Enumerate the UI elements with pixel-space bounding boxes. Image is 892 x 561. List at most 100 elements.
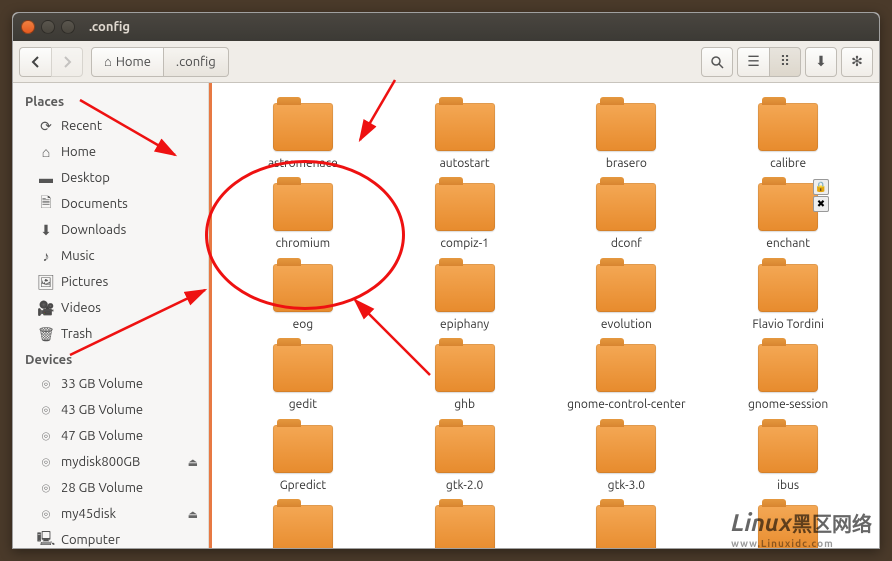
folder-label: enchant (766, 237, 810, 251)
folder-label: chromium (276, 237, 330, 251)
sidebar-item-label: Pictures (61, 275, 108, 289)
folder-ghb[interactable]: ghb (384, 340, 546, 416)
list-view-button[interactable]: ☰ (737, 47, 769, 77)
sidebar-device-6[interactable]: 🖳Computer (13, 527, 208, 548)
folder-icon (758, 344, 818, 392)
content-area: Places ⟳Recent⌂Home▬Desktop🗎Documents⬇Do… (13, 83, 879, 548)
sidebar-item-desktop[interactable]: ▬Desktop (13, 165, 208, 191)
eject-icon[interactable]: ⏏ (188, 508, 198, 521)
close-button[interactable] (21, 20, 35, 34)
down-button[interactable]: ⬇ (805, 47, 837, 77)
forward-button[interactable] (51, 47, 83, 77)
folder-icon (273, 264, 333, 312)
folder-evolution[interactable]: evolution (546, 260, 708, 336)
sidebar-device-2[interactable]: ⌾ 47 GB Volume (13, 423, 208, 449)
folder-label: calibre (770, 157, 806, 171)
sidebar-item-videos[interactable]: 🎥Videos (13, 295, 208, 321)
folder-icon (273, 103, 333, 151)
sidebar-device-0[interactable]: ⌾33 GB Volume (13, 371, 208, 397)
folder-gtk-2.0[interactable]: gtk-2.0 (384, 421, 546, 497)
window-title: .config (89, 20, 130, 34)
folder-ibus[interactable]: ibus (707, 421, 869, 497)
eject-icon[interactable]: ⏏ (188, 456, 198, 469)
folder-Gpredict[interactable]: Gpredict (222, 421, 384, 497)
search-button[interactable] (701, 47, 733, 77)
folder-astromenace[interactable]: astromenace (222, 99, 384, 175)
folder-chromium[interactable]: chromium (222, 179, 384, 255)
sidebar-item-downloads[interactable]: ⬇ Downloads (13, 217, 208, 243)
path-current[interactable]: .config (164, 47, 229, 77)
place-icon: 🗑 (37, 325, 55, 343)
place-icon: 🖼 (37, 273, 55, 291)
path-home[interactable]: ⌂ Home (91, 47, 164, 77)
folder-gnome-control-center[interactable]: gnome-control-center (546, 340, 708, 416)
sidebar-device-4[interactable]: ⌾28 GB Volume (13, 475, 208, 501)
sidebar-device-5[interactable]: ⌾ my45disk ⏏ (13, 501, 208, 527)
folder-gnome-session[interactable]: gnome-session (707, 340, 869, 416)
folder-gtk-3.0[interactable]: gtk-3.0 (546, 421, 708, 497)
folder-icon (273, 344, 333, 392)
device-icon: ⌾ (37, 505, 55, 523)
sidebar-item-pictures[interactable]: 🖼 Pictures (13, 269, 208, 295)
sidebar-item-recent[interactable]: ⟳Recent (13, 113, 208, 139)
file-manager-window: .config ⌂ Home .config ☰ ⠿ ⬇ ✻ Places ⟳R… (12, 12, 880, 549)
sidebar-device-3[interactable]: ⌾ mydisk800GB ⏏ (13, 449, 208, 475)
folder-icon (596, 103, 656, 151)
sidebar-item-documents[interactable]: 🗎Documents (13, 191, 208, 217)
folder-label: gnome-control-center (567, 398, 685, 412)
back-button[interactable] (19, 47, 51, 77)
folder-label: astromenace (268, 157, 338, 171)
place-icon: 🗎 (37, 195, 55, 213)
folder-eog[interactable]: eog (222, 260, 384, 336)
sidebar-item-trash[interactable]: 🗑Trash (13, 321, 208, 347)
device-icon: ⌾ (37, 427, 55, 445)
folder-icon (435, 425, 495, 473)
sidebar-item-label: my45disk (61, 507, 116, 521)
sidebar-item-music[interactable]: ♪ Music (13, 243, 208, 269)
device-icon: ⌾ (37, 479, 55, 497)
sidebar: Places ⟳Recent⌂Home▬Desktop🗎Documents⬇Do… (13, 83, 209, 548)
devices-header: Devices (13, 347, 208, 371)
device-icon: ⌾ (37, 453, 55, 471)
folder-icon (596, 183, 656, 231)
folder-label: dconf (611, 237, 642, 251)
folder-label: ibus (777, 479, 799, 493)
folder-keepassx[interactable]: keepassx (546, 501, 708, 548)
place-icon: ⬇ (37, 221, 55, 239)
folder-icon (758, 425, 818, 473)
folder-calibre[interactable]: calibre (707, 99, 869, 175)
folder-kazam[interactable]: kazam (384, 501, 546, 548)
settings-button[interactable]: ✻ (841, 47, 873, 77)
folder-autostart[interactable]: autostart (384, 99, 546, 175)
sidebar-item-label: 47 GB Volume (61, 429, 143, 443)
folder-label: brasero (606, 157, 647, 171)
folder-gedit[interactable]: gedit (222, 340, 384, 416)
folder-icon (596, 425, 656, 473)
folder-brasero[interactable]: brasero (546, 99, 708, 175)
toolbar: ⌂ Home .config ☰ ⠿ ⬇ ✻ (13, 41, 879, 83)
titlebar[interactable]: .config (13, 13, 879, 41)
place-icon: 🎥 (37, 299, 55, 317)
folder-inkscape[interactable]: inkscape (222, 501, 384, 548)
folder-emblems: 🔒✖ (813, 179, 829, 212)
folder-compiz-1[interactable]: compiz-1 (384, 179, 546, 255)
file-area[interactable]: astromenace autostart brasero calibre chromi… (209, 83, 879, 548)
folder-label: autostart (440, 157, 490, 171)
folder-label: eog (293, 318, 314, 332)
folder-epiphany[interactable]: epiphany (384, 260, 546, 336)
sidebar-device-1[interactable]: ⌾43 GB Volume (13, 397, 208, 423)
place-icon: ♪ (37, 247, 55, 265)
folder-label: gtk-2.0 (446, 479, 483, 493)
sidebar-item-label: Downloads (61, 223, 126, 237)
maximize-button[interactable] (61, 20, 75, 34)
minimize-button[interactable] (41, 20, 55, 34)
folder-icon (758, 103, 818, 151)
sidebar-item-home[interactable]: ⌂Home (13, 139, 208, 165)
sidebar-item-label: mydisk800GB (61, 455, 140, 469)
path-current-label: .config (176, 55, 216, 69)
folder-enchant[interactable]: 🔒✖ enchant (707, 179, 869, 255)
folder-dconf[interactable]: dconf (546, 179, 708, 255)
folder-Flavio Tordini[interactable]: Flavio Tordini (707, 260, 869, 336)
icon-view-button[interactable]: ⠿ (769, 47, 801, 77)
sidebar-item-label: Music (61, 249, 95, 263)
